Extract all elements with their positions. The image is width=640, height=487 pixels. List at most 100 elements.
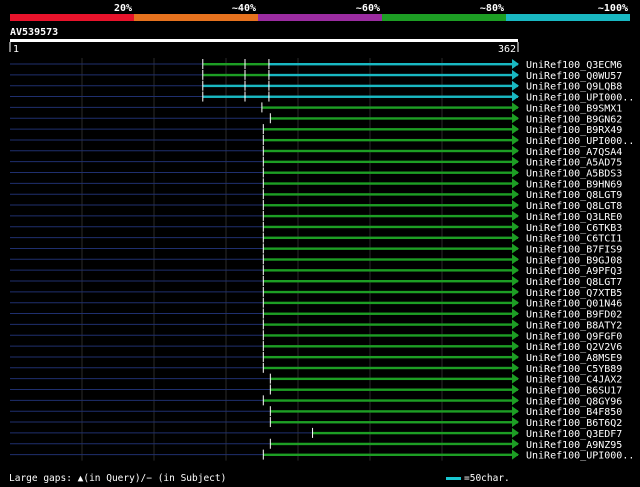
hit-label: UniRef100_UPI000.. [526,93,634,104]
legend-swatch-4 [382,14,506,21]
hit-end-arrow [512,145,519,156]
hit-segment [263,138,518,142]
scale-legend: =50char. [446,473,510,484]
hit-segment [245,84,269,88]
hit-segment [263,312,518,315]
hit-end-arrow [512,406,519,417]
hit-segment [263,323,518,326]
hit-segment [263,301,518,305]
hit-segment [263,366,518,370]
hit-label: UniRef100_Q8LGT7 [526,277,622,288]
hit-end-arrow [512,286,519,297]
hit-label: UniRef100_B7FIS9 [526,244,622,255]
hit-label: UniRef100_B9FD02 [526,310,622,321]
hit-segment [245,73,269,77]
hit-label: UniRef100_B6SU17 [526,386,622,397]
hit-segment [263,355,518,359]
hit-segment [312,431,518,435]
hit-end-arrow [512,124,519,135]
hit-segment [202,73,246,77]
query-name: AV539573 [10,27,58,38]
hit-segment [263,258,518,261]
hit-end-arrow [512,200,519,211]
hit-segment [202,84,246,88]
hit-label: UniRef100_C4JAX2 [526,375,622,386]
scale-label: =50char. [464,473,510,484]
hit-segment [268,95,518,98]
legend-label-3: ~60% [356,3,380,14]
hit-segment [263,247,518,250]
hit-end-arrow [512,80,519,91]
hit-label: UniRef100_B9SMX1 [526,103,622,114]
hit-end-arrow [512,69,519,80]
hit-end-arrow [512,308,519,319]
hit-segment [263,149,518,153]
hit-segment [263,214,518,218]
hit-end-arrow [512,232,519,243]
hit-label: UniRef100_A8MSE9 [526,353,622,364]
large-gaps-legend: Large gaps: ▲(in Query)/− (in Subject) [9,473,227,484]
hit-end-arrow [512,427,519,438]
hit-label: UniRef100_A7QSA4 [526,147,622,158]
hit-end-arrow [512,384,519,395]
hit-end-arrow [512,210,519,221]
hit-segment [270,117,518,120]
hit-label: UniRef100_C6TKB3 [526,223,622,234]
hit-segment [268,84,518,88]
hit-label: UniRef100_C5YB89 [526,364,622,375]
legend-swatch-2 [134,14,258,21]
hit-label: UniRef100_A5AD75 [526,158,622,169]
hit-segment [263,128,518,131]
hit-end-arrow [512,91,519,102]
hit-segment [263,399,518,402]
hit-end-arrow [512,243,519,254]
hit-label: UniRef100_Q3LRE0 [526,212,622,223]
hit-end-arrow [512,438,519,449]
scale-bar-swatch [446,477,461,480]
hit-label: UniRef100_A9NZ95 [526,440,622,451]
hit-end-arrow [512,449,519,460]
hit-segment [270,442,518,446]
hit-label: UniRef100_B4F850 [526,407,622,418]
hit-label: UniRef100_UPI000.. [526,136,634,147]
hit-label: UniRef100_Q9FGF0 [526,331,622,342]
query-bar [10,39,518,42]
hit-segment [263,236,518,239]
hit-label: UniRef100_Q3EDF7 [526,429,622,440]
hit-end-arrow [512,265,519,276]
hit-label: UniRef100_A9PFQ3 [526,266,622,277]
hit-segment [263,193,518,196]
hit-segment [263,204,518,207]
hit-segment [268,63,518,66]
hit-segment [245,95,269,98]
hit-end-arrow [512,102,519,113]
hit-end-arrow [512,417,519,428]
hit-segment [263,171,518,174]
hit-end-arrow [512,373,519,384]
hit-segment [270,410,518,413]
hit-segment [261,106,518,109]
hit-end-arrow [512,189,519,200]
query-start-label: 1 [13,44,19,55]
hit-label: UniRef100_Q0WU57 [526,71,622,82]
hit-label: UniRef100_B9HN69 [526,179,622,190]
hit-label: UniRef100_Q2V2V6 [526,342,622,353]
hit-segment [263,160,518,164]
hit-end-arrow [512,395,519,406]
hit-end-arrow [512,254,519,265]
hit-label: UniRef100_B9RX49 [526,125,622,136]
hit-segment [270,421,518,424]
alignment-chart: 20% ~40% ~60% ~80% ~100% AV539573 1 362 UniRef10… [9,3,634,462]
hit-label: UniRef100_Q3ECM6 [526,60,622,71]
legend-label-5: ~100% [598,3,628,14]
query-end-label: 362 [498,44,516,55]
hit-label: UniRef100_UPI000.. [526,451,634,462]
hit-label: UniRef100_B9GJ08 [526,255,622,266]
hit-end-arrow [512,330,519,341]
hit-end-arrow [512,341,519,352]
hit-label: UniRef100_A5BDS3 [526,169,622,180]
hit-label: UniRef100_Q8LGT9 [526,190,622,201]
hit-end-arrow [512,178,519,189]
hit-label: UniRef100_Q01N46 [526,299,622,310]
hit-label: UniRef100_Q7XTB5 [526,288,622,299]
